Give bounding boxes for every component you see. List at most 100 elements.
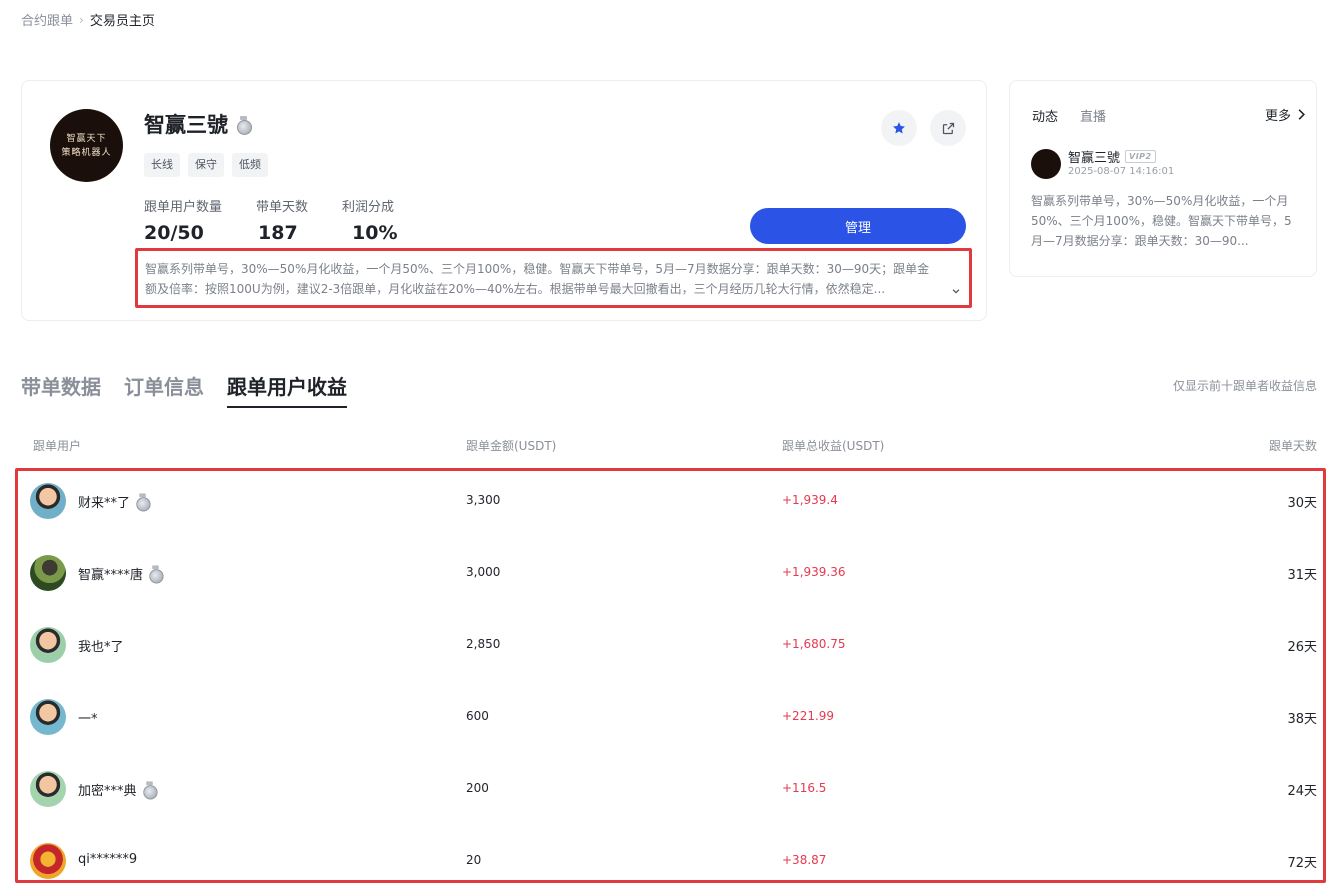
- description-text: 智赢系列带单号，30%—50%月化收益，一个月50%、三个月100%，稳健。智赢…: [145, 262, 930, 296]
- user-name: 一*: [78, 708, 98, 727]
- vip-badge: VIP2: [1125, 150, 1156, 163]
- feed-more-link[interactable]: 更多: [1265, 105, 1306, 124]
- trader-tags: 长线 保守 低频: [144, 153, 268, 177]
- total-profit: +1,680.75: [782, 637, 846, 651]
- tag-low-frequency: 低频: [232, 153, 268, 177]
- highlight-box: [15, 468, 1326, 883]
- follow-amount: 3,000: [466, 565, 501, 579]
- manage-button[interactable]: 管理: [750, 208, 966, 244]
- follow-amount: 600: [466, 709, 489, 723]
- total-profit: +1,939.4: [782, 493, 838, 507]
- breadcrumb-current: 交易员主页: [89, 14, 155, 29]
- stat-value: 20/50: [144, 222, 204, 244]
- table-row: qi******9 20 +38.87 72天: [0, 841, 1336, 881]
- share-icon: [942, 122, 954, 134]
- trader-description: 智赢系列带单号，30%—50%月化收益，一个月50%、三个月100%，稳健。智赢…: [135, 248, 972, 308]
- total-profit: +221.99: [782, 709, 835, 723]
- user-name: 我也*了: [78, 636, 124, 655]
- trader-avatar: 智赢天下 策略机器人: [50, 109, 123, 182]
- star-icon: [893, 122, 905, 134]
- user-name-text: 我也*了: [78, 640, 124, 655]
- follow-amount: 20: [466, 853, 482, 867]
- table-row: 加密***典 200 +116.5 24天: [0, 769, 1336, 809]
- user-name: 加密***典: [78, 780, 158, 800]
- avatar-text-line1: 智赢天下: [66, 133, 107, 144]
- chevron-right-icon: [1298, 109, 1305, 120]
- total-profit: +38.87: [782, 853, 827, 867]
- table-row: 一* 600 +221.99 38天: [0, 697, 1336, 737]
- feed-card: 动态 直播 更多 智赢三號 VIP2 2025-08-07 14:16:01 智…: [1009, 80, 1317, 277]
- share-button[interactable]: [930, 110, 966, 146]
- feed-author: 智赢三號 VIP2: [1068, 147, 1156, 166]
- stat-value: 10%: [352, 222, 398, 244]
- table-row: 智赢****唐 3,000 +1,939.36 31天: [0, 553, 1336, 593]
- follow-days: 24天: [1287, 784, 1317, 799]
- stat-followers: 跟单用户数量 20/50: [144, 196, 222, 244]
- feed-more-label: 更多: [1264, 109, 1291, 124]
- top-ten-note: 仅显示前十跟单者收益信息: [1172, 379, 1317, 393]
- favorite-button[interactable]: [881, 110, 917, 146]
- user-avatar: [30, 627, 66, 663]
- user-name: 财来**了: [78, 492, 151, 512]
- header-days: 跟单天数: [1268, 439, 1317, 453]
- follow-days: 38天: [1287, 712, 1317, 727]
- user-avatar: [30, 483, 66, 519]
- user-name: 智赢****唐: [78, 564, 164, 584]
- breadcrumb: 合约跟单 › 交易员主页: [21, 10, 155, 30]
- silver-medal-icon: [148, 565, 164, 584]
- stat-label: 跟单用户数量: [144, 200, 223, 215]
- user-name: qi******9: [78, 852, 137, 867]
- table-row: 财来**了 3,300 +1,939.4 30天: [0, 481, 1336, 521]
- follow-days: 72天: [1287, 856, 1317, 871]
- user-name-text: 加密***典: [78, 784, 137, 799]
- user-name-text: 智赢****唐: [78, 568, 144, 583]
- total-profit: +116.5: [782, 781, 827, 795]
- trader-name-text: 智赢三號: [144, 113, 228, 137]
- user-avatar: [30, 555, 66, 591]
- trader-profile-card: 智赢天下 策略机器人 智赢三號 长线 保守 低频 跟单用户数量 20/50 带单…: [21, 80, 987, 321]
- feed-author-name: 智赢三號: [1068, 151, 1121, 166]
- tab-activity[interactable]: 动态: [1032, 106, 1058, 125]
- chevron-right-icon: ›: [79, 12, 84, 27]
- silver-medal-icon: [135, 493, 151, 512]
- stat-value: 187: [258, 222, 298, 244]
- stat-profit-share: 利润分成 10%: [342, 196, 397, 244]
- feed-tabs: 动态 直播: [1032, 106, 1106, 125]
- section-tabs: 带单数据 订单信息 跟单用户收益: [21, 371, 347, 408]
- tag-conservative: 保守: [188, 153, 224, 177]
- follow-days: 31天: [1287, 568, 1317, 583]
- expand-chevron-down-icon[interactable]: [951, 281, 961, 300]
- stat-label: 带单天数: [256, 200, 309, 215]
- user-name-text: qi******9: [78, 852, 138, 867]
- stat-label: 利润分成: [342, 200, 395, 215]
- tab-live[interactable]: 直播: [1080, 106, 1106, 125]
- follow-days: 30天: [1287, 496, 1317, 511]
- follow-amount: 3,300: [466, 493, 501, 507]
- silver-medal-icon: [236, 115, 252, 135]
- follow-amount: 200: [466, 781, 489, 795]
- breadcrumb-parent-link[interactable]: 合约跟单: [21, 10, 73, 29]
- header-amount: 跟单金额(USDT): [466, 439, 557, 453]
- header-user: 跟单用户: [33, 439, 82, 453]
- header-total-profit: 跟单总收益(USDT): [782, 439, 885, 453]
- tab-lead-data[interactable]: 带单数据: [21, 371, 101, 408]
- tag-long-term: 长线: [144, 153, 180, 177]
- silver-medal-icon: [142, 781, 158, 800]
- user-avatar: [30, 771, 66, 807]
- user-name-text: 一*: [78, 712, 98, 727]
- user-name-text: 财来**了: [78, 496, 131, 511]
- avatar-text-line2: 策略机器人: [61, 147, 112, 158]
- stat-lead-days: 带单天数 187: [256, 196, 308, 244]
- table-row: 我也*了 2,850 +1,680.75 26天: [0, 625, 1336, 665]
- user-avatar: [30, 699, 66, 735]
- feed-post-time: 2025-08-07 14:16:01: [1068, 166, 1175, 177]
- feed-post-text[interactable]: 智赢系列带单号，30%—50%月化收益，一个月50%、三个月100%，稳健。智赢…: [1031, 191, 1301, 251]
- tab-order-info[interactable]: 订单信息: [124, 371, 204, 408]
- trader-stats: 跟单用户数量 20/50 带单天数 187 利润分成 10%: [144, 196, 432, 244]
- total-profit: +1,939.36: [782, 565, 846, 579]
- trader-name: 智赢三號: [144, 109, 252, 139]
- follow-amount: 2,850: [466, 637, 501, 651]
- feed-author-avatar: [1031, 149, 1061, 179]
- tab-follower-earnings[interactable]: 跟单用户收益: [227, 371, 347, 408]
- table-header: 跟单用户 跟单金额(USDT) 跟单总收益(USDT) 跟单天数: [0, 437, 1336, 455]
